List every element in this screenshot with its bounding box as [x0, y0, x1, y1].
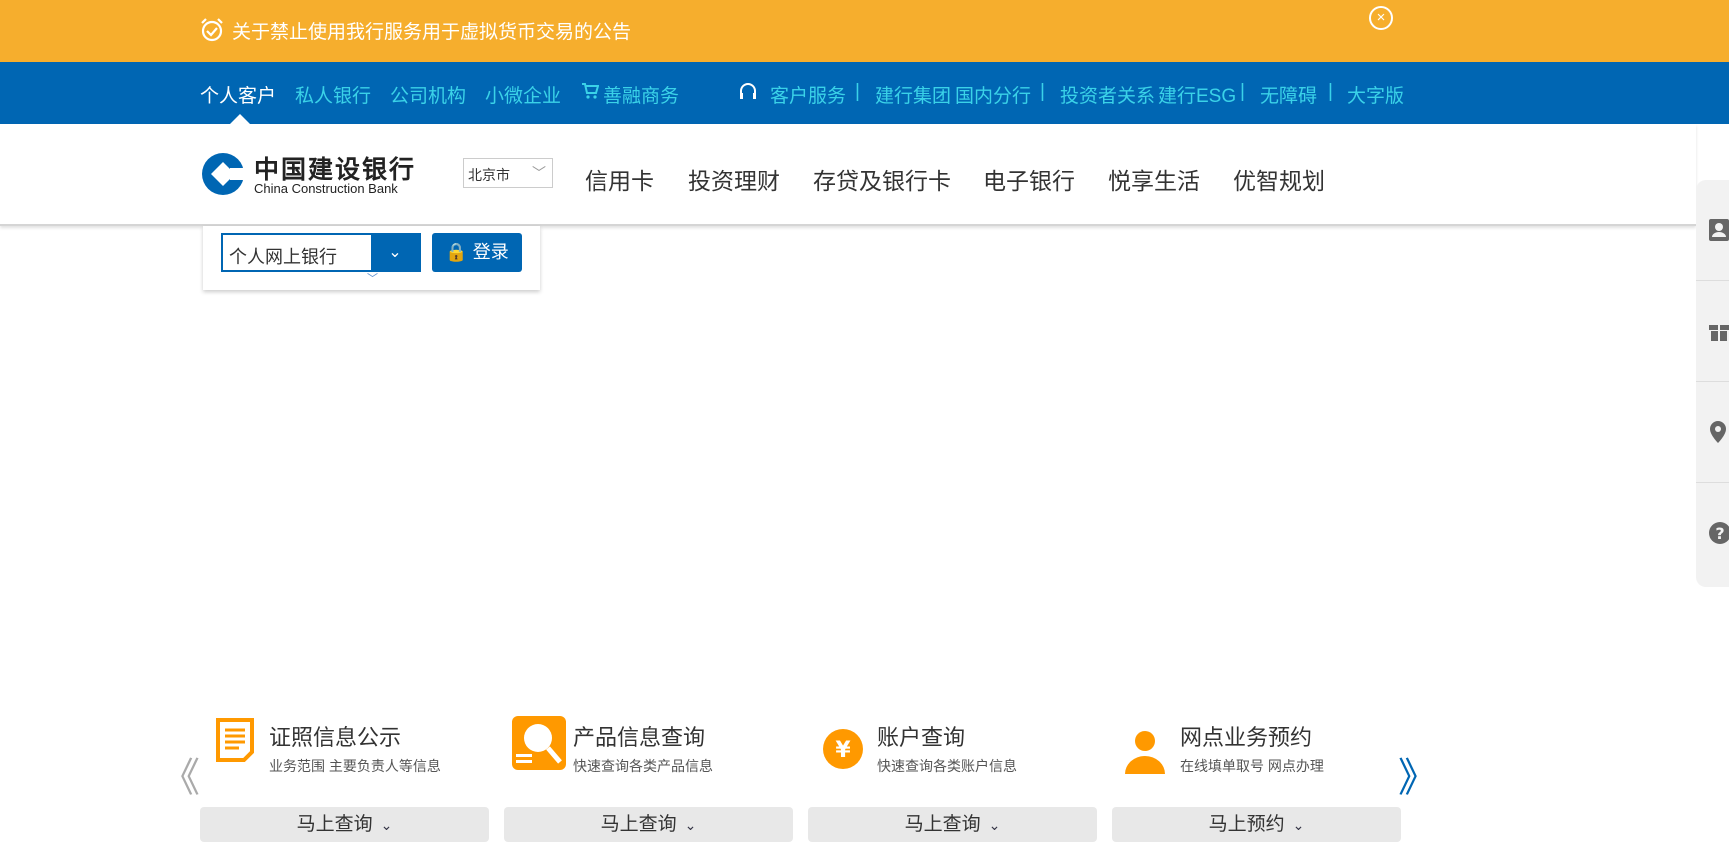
- close-icon[interactable]: ×: [1369, 6, 1393, 30]
- city-value: 北京市: [468, 167, 510, 183]
- nav-small-business[interactable]: 小微企业: [485, 81, 561, 108]
- expand-chevron-icon[interactable]: ﹀: [367, 270, 378, 286]
- card-title: 证照信息公示: [269, 725, 402, 750]
- main-nav-planning[interactable]: 优智规划: [1233, 162, 1325, 196]
- active-indicator: [230, 114, 250, 124]
- side-contact[interactable]: [1696, 180, 1729, 281]
- carousel-next-arrow[interactable]: 》: [1398, 745, 1438, 803]
- query-button[interactable]: 马上查询 ⌄: [504, 807, 793, 842]
- person-icon: [1125, 731, 1165, 774]
- ccb-logo-icon: [202, 153, 246, 195]
- nav-emall[interactable]: 善融商务: [603, 81, 679, 108]
- chevron-down-icon: ﹀: [532, 165, 546, 181]
- nav-accessibility[interactable]: 无障碍: [1260, 81, 1317, 108]
- main-nav-credit-card[interactable]: 信用卡: [585, 162, 654, 196]
- yen-coin-icon: ¥: [823, 729, 863, 769]
- side-toolbar: ?: [1696, 180, 1729, 587]
- card-title: 产品信息查询: [573, 725, 706, 750]
- notice-bar: 关于禁止使用我行服务用于虚拟货币交易的公告 ×: [0, 0, 1729, 62]
- header: 中国建设银行 China Construction Bank 北京市 ﹀ 信用卡 …: [0, 124, 1696, 226]
- card-title: 网点业务预约: [1180, 725, 1313, 750]
- city-select[interactable]: 北京市 ﹀: [463, 158, 553, 188]
- svg-text:¥: ¥: [835, 738, 851, 763]
- notice-link[interactable]: 关于禁止使用我行服务用于虚拟货币交易的公告: [232, 17, 631, 44]
- nav-ccb-group[interactable]: 建行集团: [875, 81, 951, 108]
- document-icon: [216, 718, 254, 762]
- appointment-button[interactable]: 马上预约 ⌄: [1112, 807, 1401, 842]
- card-subtitle: 快速查询各类账户信息: [877, 758, 1017, 774]
- main-nav-investment[interactable]: 投资理财: [688, 162, 780, 196]
- nav-large-font[interactable]: 大字版: [1347, 81, 1404, 108]
- contact-card-icon: [1709, 219, 1729, 241]
- main-nav-e-banking[interactable]: 电子银行: [983, 162, 1075, 196]
- nav-corporate[interactable]: 公司机构: [390, 81, 466, 108]
- login-label: 登录: [472, 242, 509, 262]
- location-pin-icon: [1710, 421, 1726, 443]
- query-button[interactable]: 马上查询 ⌄: [200, 807, 489, 842]
- card-subtitle: 快速查询各类产品信息: [573, 758, 713, 774]
- separator: |: [855, 81, 860, 102]
- side-gift[interactable]: [1696, 281, 1729, 382]
- button-label: 马上查询: [600, 814, 677, 835]
- button-label: 马上查询: [296, 814, 373, 835]
- nav-personal[interactable]: 个人客户: [200, 81, 276, 108]
- main-nav-lifestyle[interactable]: 悦享生活: [1108, 162, 1200, 196]
- headset-icon: [740, 83, 756, 99]
- nav-private-banking[interactable]: 私人银行: [295, 81, 371, 108]
- card-title: 账户查询: [877, 725, 966, 750]
- lock-icon: 🔒: [445, 242, 468, 262]
- login-type-select[interactable]: 个人网上银行 ⌄: [221, 233, 421, 272]
- nav-domestic-branches[interactable]: 国内分行: [955, 81, 1031, 108]
- login-panel: 个人网上银行 ⌄ 🔒 登录 ﹀: [203, 226, 540, 290]
- separator: |: [1328, 81, 1333, 102]
- cart-icon: [582, 83, 599, 99]
- card-subtitle: 在线填单取号 网点办理: [1180, 758, 1324, 774]
- card-subtitle: 业务范围 主要负责人等信息: [269, 758, 441, 774]
- side-location[interactable]: [1696, 382, 1729, 483]
- query-button[interactable]: 马上查询 ⌄: [808, 807, 1097, 842]
- search-product-icon: [512, 716, 566, 770]
- alarm-clock-icon: [201, 18, 223, 42]
- main-nav-deposits-loans[interactable]: 存贷及银行卡: [813, 162, 951, 196]
- login-type-value: 个人网上银行: [229, 247, 337, 267]
- button-label: 马上查询: [904, 814, 981, 835]
- svg-text:?: ?: [1715, 524, 1724, 543]
- separator: |: [1040, 81, 1045, 102]
- ccb-logo[interactable]: 中国建设银行 China Construction Bank: [200, 150, 414, 203]
- logo-english: China Construction Bank: [254, 181, 398, 196]
- carousel-prev-arrow[interactable]: 《: [160, 745, 200, 803]
- help-icon: ?: [1709, 522, 1729, 544]
- login-button[interactable]: 🔒 登录: [432, 233, 522, 272]
- chevron-down-icon: ⌄: [1292, 817, 1305, 833]
- top-nav: 个人客户 私人银行 公司机构 小微企业 善融商务 客户服务 | 建行集团 国内分…: [0, 62, 1729, 124]
- nav-customer-service[interactable]: 客户服务: [770, 81, 846, 108]
- nav-investor-relations[interactable]: 投资者关系: [1060, 81, 1155, 108]
- button-label: 马上预约: [1208, 814, 1285, 835]
- chevron-down-icon: ⌄: [684, 817, 697, 833]
- separator: |: [1240, 81, 1245, 102]
- chevron-down-icon: ⌄: [988, 817, 1001, 833]
- chevron-down-icon[interactable]: ⌄: [371, 235, 419, 270]
- chevron-down-icon: ⌄: [380, 817, 393, 833]
- nav-esg[interactable]: 建行ESG: [1158, 81, 1236, 108]
- side-help[interactable]: ?: [1696, 483, 1729, 584]
- gift-icon: [1709, 325, 1729, 341]
